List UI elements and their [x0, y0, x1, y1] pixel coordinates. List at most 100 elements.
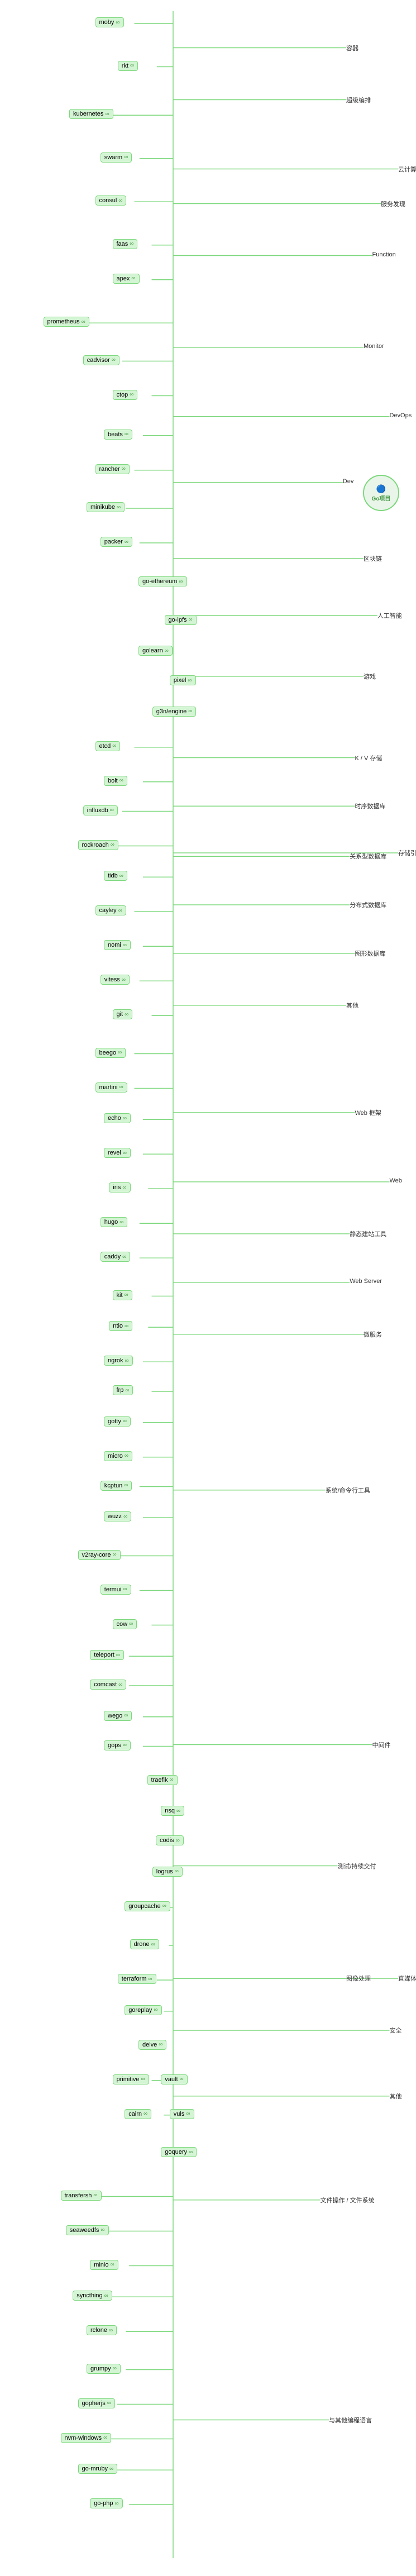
- category-cat-ai: 人工智能: [377, 611, 402, 620]
- go-badge-label: Go项目: [372, 494, 391, 502]
- node-kcptun: kcptun∞: [101, 1481, 132, 1491]
- node-influxdb: influxdb∞: [83, 805, 118, 815]
- node-wego: wego∞: [104, 1711, 132, 1721]
- node-codis: codis∞: [156, 1835, 184, 1845]
- node-etcd: etcd∞: [95, 741, 121, 751]
- node-teleport: teleport∞: [90, 1650, 124, 1660]
- node-go-mruby: go-mruby∞: [78, 2464, 118, 2474]
- node-kit: kit∞: [113, 1290, 132, 1300]
- category-cat-cloud: 云计算: [398, 165, 416, 174]
- go-badge: 🔵 Go项目: [363, 475, 399, 511]
- node-hugo: hugo∞: [101, 1217, 128, 1227]
- category-cat-timeseries: 时序数据库: [355, 802, 386, 810]
- node-cow: cow∞: [113, 1619, 137, 1629]
- node-beats: beats∞: [104, 430, 132, 440]
- node-rkt: rkt∞: [118, 61, 138, 71]
- node-gops: gops∞: [104, 1740, 131, 1750]
- node-grumpy: grumpy∞: [87, 2364, 121, 2374]
- category-cat-relational: 关系型数据库: [350, 852, 386, 861]
- node-prometheus: prometheus∞: [44, 317, 89, 327]
- node-go-php: go-php∞: [90, 2498, 122, 2508]
- node-bolt: bolt∞: [104, 776, 127, 786]
- category-cat-orchestration: 超级编排: [346, 96, 371, 104]
- node-apex: apex∞: [113, 274, 140, 284]
- node-iris: iris∞: [109, 1182, 130, 1192]
- category-cat-test-delivery: 测试/持续交付: [338, 1862, 376, 1871]
- category-cat-distributed: 分布式数据库: [350, 900, 386, 909]
- node-syncthing: syncthing∞: [73, 2291, 112, 2301]
- node-logrus: logrus∞: [152, 1867, 183, 1877]
- category-cat-cross-lang: 与其他编程语言: [329, 2416, 372, 2425]
- node-golearn: golearn∞: [138, 646, 173, 656]
- node-frp: frp∞: [113, 1385, 133, 1395]
- node-nvm-windows: nvm-windows∞: [61, 2433, 112, 2443]
- category-cat-image: 图像处理: [346, 1974, 371, 1983]
- node-termui: termui∞: [101, 1585, 131, 1595]
- category-cat-function: Function: [372, 251, 396, 258]
- category-cat-dev: Dev: [343, 478, 354, 485]
- node-caddy: caddy∞: [101, 1252, 131, 1262]
- node-vault: vault∞: [161, 2074, 187, 2084]
- node-nomi: nomi∞: [104, 940, 131, 950]
- node-go-ipfs: go-ipfs∞: [165, 615, 197, 625]
- category-cat-file: 文件操作 / 文件系统: [321, 2196, 375, 2205]
- node-go-ethereum: go-ethereum∞: [138, 576, 187, 586]
- node-minio: minio∞: [90, 2260, 118, 2270]
- node-vitess: vitess∞: [101, 975, 130, 985]
- node-goquery: goquery∞: [161, 2147, 197, 2157]
- category-cat-webserver: Web Server: [350, 1278, 382, 1285]
- node-g3n-engine: g3n/engine∞: [152, 707, 197, 717]
- node-consul: consul∞: [95, 195, 127, 206]
- node-primitive: primitive∞: [113, 2074, 149, 2084]
- node-gopherjs: gopherjs∞: [78, 2398, 115, 2408]
- category-cat-kv: K / V 存储: [355, 753, 382, 762]
- node-kubernetes: kubernetes∞: [69, 109, 113, 119]
- node-echo: echo∞: [104, 1113, 131, 1123]
- node-transfersh: transfersh∞: [61, 2191, 102, 2201]
- node-git: git∞: [113, 1009, 133, 1019]
- node-goreplay: goreplay∞: [125, 2005, 161, 2015]
- node-rancher: rancher∞: [95, 464, 130, 474]
- node-martini: martini∞: [95, 1082, 127, 1093]
- node-pixel: pixel∞: [170, 675, 196, 685]
- category-cat-security: 安全: [390, 2026, 402, 2035]
- category-cat-other2: 其他: [390, 2092, 402, 2101]
- category-cat-microservice: 微服务: [364, 1330, 382, 1339]
- node-groupcache: groupcache∞: [125, 1901, 170, 1911]
- category-cat-game: 游戏: [364, 672, 376, 681]
- node-ngrok: ngrok∞: [104, 1356, 133, 1366]
- node-ntio: ntio∞: [109, 1321, 132, 1331]
- node-swarm: swarm∞: [101, 152, 132, 163]
- category-cat-blockchain: 区块链: [364, 554, 382, 563]
- node-seaweedfs: seaweedfs∞: [66, 2225, 109, 2235]
- category-cat-sys-cmd: 系统/命令行工具: [326, 1486, 370, 1495]
- category-cat-web-framework: Web 框架: [355, 1108, 381, 1117]
- node-traefik: traefik∞: [147, 1775, 178, 1785]
- node-gotty: gotty∞: [104, 1416, 131, 1427]
- category-cat-service: 服务发现: [381, 199, 405, 208]
- node-v2ray-core: v2ray-core∞: [78, 1550, 121, 1560]
- category-cat-media: 直媒体: [398, 1974, 416, 1983]
- node-rclone: rclone∞: [87, 2325, 117, 2335]
- node-terraform: terraform∞: [118, 1974, 156, 1984]
- node-nsq: nsq∞: [161, 1806, 184, 1816]
- category-cat-web: Web: [390, 1177, 402, 1184]
- category-cat-devops: DevOps: [390, 412, 412, 419]
- category-cat-other-db: 其他: [346, 1001, 358, 1010]
- node-cadvisor: cadvisor∞: [83, 355, 119, 365]
- node-comcast: comcast∞: [90, 1680, 126, 1690]
- node-faas: faas∞: [113, 239, 138, 249]
- category-cat-container: 容器: [346, 44, 358, 53]
- node-delve: delve∞: [138, 2040, 166, 2050]
- category-cat-monitor: Monitor: [364, 343, 384, 350]
- category-cat-static-site: 静态建站工具: [350, 1229, 386, 1238]
- node-micro: micro∞: [104, 1451, 132, 1461]
- node-vuls: vuls∞: [170, 2109, 194, 2119]
- node-rockroach: rockroach∞: [78, 840, 118, 850]
- node-ctop: ctop∞: [113, 390, 138, 400]
- node-beego: beego∞: [95, 1048, 126, 1058]
- node-packer: packer∞: [101, 537, 132, 547]
- node-cairn: cairn∞: [125, 2109, 151, 2119]
- node-drone: drone∞: [130, 1939, 159, 1949]
- category-cat-storage: 存储引擎: [398, 848, 416, 857]
